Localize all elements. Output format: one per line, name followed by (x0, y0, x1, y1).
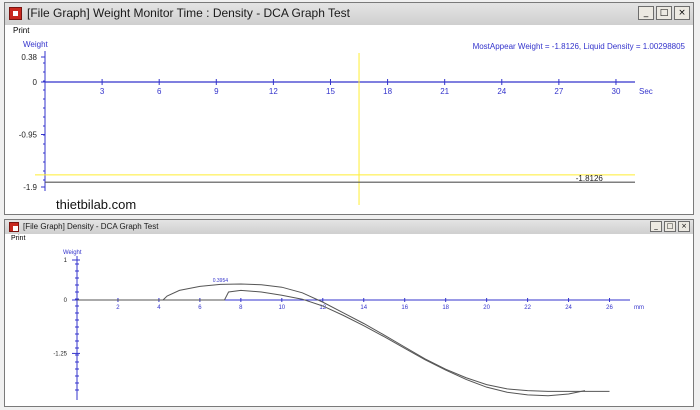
watermark: thietbilab.com (56, 197, 137, 212)
x-axis-unit: mm (634, 305, 644, 311)
peak-value-label: 0.3954 (213, 278, 229, 284)
y-tick-label: 0 (64, 298, 68, 304)
menu-bar: Print (5, 25, 693, 37)
x-axis-unit: Sec (639, 87, 653, 96)
window-controls: _ □ × (650, 221, 690, 232)
maximize-button[interactable]: □ (656, 6, 672, 20)
x-tick-label: 26 (606, 305, 613, 311)
header-readout: MostAppear Weight = -1.8126, Liquid Dens… (473, 42, 686, 51)
weight-time-plot-area: Weight MostAppear Weight = -1.8126, Liqui… (5, 37, 693, 214)
title-bar[interactable]: [File Graph] Weight Monitor Time : Densi… (5, 3, 693, 26)
density-window: [File Graph] Density - DCA Graph Test _ … (4, 219, 694, 407)
window-title: [File Graph] Weight Monitor Time : Densi… (27, 6, 351, 20)
app-icon[interactable] (9, 7, 22, 20)
close-button[interactable]: × (678, 221, 690, 232)
y-tick-label: 1 (64, 258, 68, 264)
x-tick-label: 18 (383, 87, 392, 96)
x-tick-label: 8 (239, 305, 243, 311)
x-tick-label: 2 (116, 305, 120, 311)
x-tick-label: 20 (483, 305, 490, 311)
app-icon[interactable] (9, 222, 19, 232)
x-tick-label: 18 (442, 305, 449, 311)
x-tick-label: 14 (360, 305, 367, 311)
x-tick-label: 30 (612, 87, 621, 96)
y-tick-label: -0.95 (19, 131, 38, 140)
menu-print[interactable]: Print (11, 234, 25, 244)
x-tick-label: 22 (524, 305, 531, 311)
y-axis-label: Weight (63, 250, 82, 256)
density-plot-area: Weight mm 2 4 6 8 10 12 14 16 18 20 22 24 26 1 0 -1.25 0.3… (5, 244, 693, 406)
minimize-button[interactable]: _ (638, 6, 654, 20)
weight-time-chart: Weight MostAppear Weight = -1.8126, Liqui… (19, 40, 686, 205)
title-bar[interactable]: [File Graph] Density - DCA Graph Test _ … (5, 220, 693, 235)
maximize-button[interactable]: □ (664, 221, 676, 232)
close-button[interactable]: × (674, 6, 690, 20)
y-tick-label: 0 (33, 78, 38, 87)
x-tick-label: 9 (214, 87, 219, 96)
y-axis-label: Weight (23, 40, 49, 49)
window-controls: _ □ × (638, 6, 690, 20)
x-tick-label: 3 (100, 87, 105, 96)
x-tick-label: 24 (565, 305, 572, 311)
x-tick-label: 6 (157, 87, 162, 96)
weight-value-label: -1.8126 (576, 174, 604, 183)
weight-monitor-window: [File Graph] Weight Monitor Time : Densi… (4, 2, 694, 215)
y-tick-label: -1.25 (53, 351, 67, 357)
x-tick-label: 10 (278, 305, 285, 311)
y-tick-label: 0.38 (21, 53, 37, 62)
x-tick-label: 12 (269, 87, 278, 96)
menu-print[interactable]: Print (13, 25, 29, 37)
window-title: [File Graph] Density - DCA Graph Test (23, 222, 159, 231)
x-tick-label: 21 (440, 87, 449, 96)
menu-bar: Print (5, 234, 693, 244)
x-tick-label: 16 (401, 305, 408, 311)
y-tick-label: -1.9 (23, 183, 37, 192)
x-tick-label: 15 (326, 87, 335, 96)
x-tick-label: 24 (497, 87, 506, 96)
x-tick-label: 4 (157, 305, 161, 311)
x-tick-label: 27 (554, 87, 563, 96)
x-tick-label: 6 (198, 305, 202, 311)
density-chart: Weightmm2 4 6 8 10 12 14 16 18 20 22 24 2610-1.250.3… (53, 250, 644, 400)
minimize-button[interactable]: _ (650, 221, 662, 232)
